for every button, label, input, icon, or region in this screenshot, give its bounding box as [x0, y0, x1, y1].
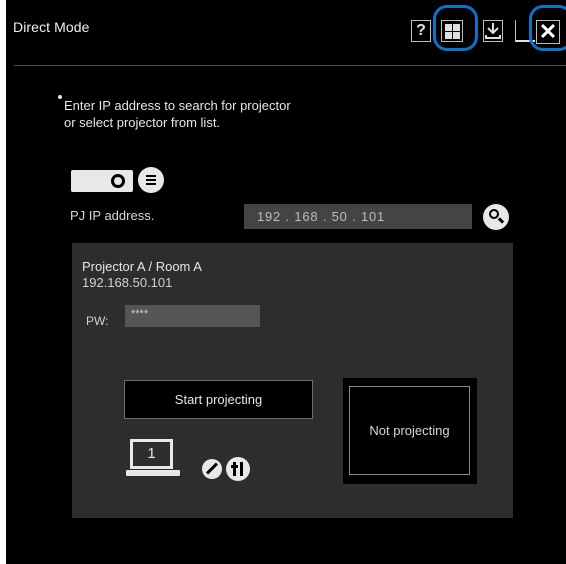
projector-panel: Projector A / Room A 192.168.50.101 PW: … [72, 243, 513, 518]
help-icon: ? [416, 22, 426, 39]
bullet-icon [58, 95, 62, 99]
search-icon[interactable] [483, 204, 509, 230]
no-projection-icon [202, 459, 222, 479]
projection-status-box: Not projecting [343, 378, 477, 484]
projector-address: 192.168.50.101 [82, 275, 173, 290]
ip-address-input[interactable]: 192 . 168 . 50 . 101 [244, 204, 472, 229]
highlight-ring-grid [433, 5, 478, 51]
download-icon [485, 23, 501, 39]
direct-mode-window: Direct Mode ? ✕ Enter IP address to sear… [6, 0, 566, 564]
help-button[interactable]: ? [411, 20, 431, 42]
tools-icon[interactable] [226, 457, 250, 481]
highlight-ring-close [529, 5, 566, 51]
screen-number: 1 [130, 439, 173, 469]
download-button[interactable] [483, 20, 503, 42]
laptop-icon: 1 [126, 439, 180, 483]
projection-status-text: Not projecting [349, 386, 470, 475]
instruction-text: Enter IP address to search for projector… [64, 98, 291, 130]
window-title: Direct Mode [13, 19, 90, 35]
title-divider [14, 65, 566, 66]
projector-name: Projector A / Room A [82, 259, 202, 274]
ip-address-label: PJ IP address. [70, 208, 155, 223]
start-projecting-button[interactable]: Start projecting [124, 380, 313, 419]
password-input[interactable]: **** [125, 305, 260, 327]
projector-icon[interactable] [71, 170, 133, 192]
projector-list-icon[interactable] [138, 167, 164, 193]
password-label: PW: [86, 314, 109, 328]
